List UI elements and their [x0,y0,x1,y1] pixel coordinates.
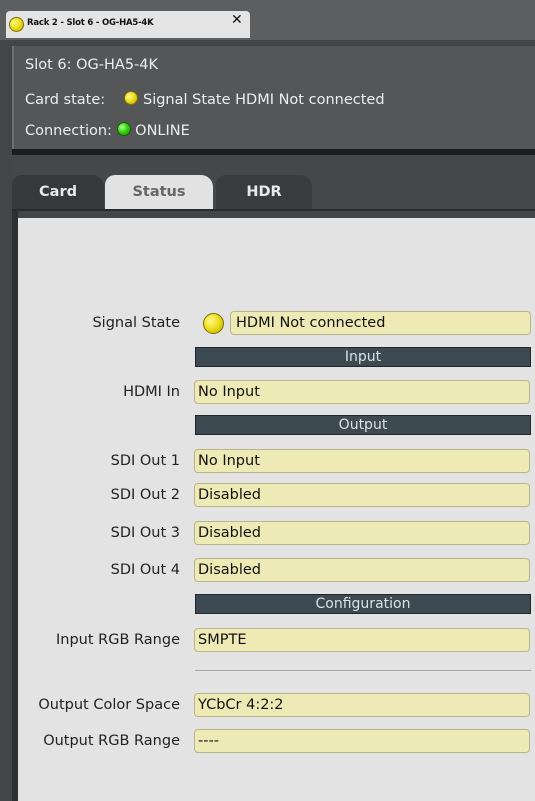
hdmi-in-label: HDMI In [123,384,180,400]
input-rgb-range-field: SMPTE [194,628,530,652]
tab-status[interactable]: Status [105,175,213,209]
divider [195,670,531,671]
output-color-space-field: YCbCr 4:2:2 [194,693,530,717]
signal-state-field: HDMI Not connected [230,311,531,335]
connection-led-icon [116,122,131,136]
tab-card[interactable]: Card [12,175,104,209]
output-rgb-range-field: ---- [194,729,530,753]
output-color-space-label: Output Color Space [38,697,180,713]
tab-status-led-icon [9,17,24,32]
signal-state-led-icon [203,313,224,334]
connection-row: Connection: ONLINE [25,122,190,139]
output-rgb-range-label: Output RGB Range [43,733,180,749]
tab-hdr[interactable]: HDR [216,175,312,209]
tab-underline [12,209,535,211]
sdi-out-1-field: No Input [194,449,530,473]
signal-state-label: Signal State [92,315,180,331]
output-section-header: Output [195,415,531,435]
card-state-row: Card state: Signal State HDMI Not connec… [25,91,385,108]
sdi-out-3-field: Disabled [194,521,530,545]
card-state-led-icon [124,91,139,105]
sdi-out-2-label: SDI Out 2 [110,487,180,503]
sdi-out-4-field: Disabled [194,558,530,582]
slot-title: Slot 6: OG-HA5-4K [25,57,159,73]
card-state-label: Card state: [25,92,106,108]
input-rgb-range-label: Input RGB Range [56,632,180,648]
configuration-section-header: Configuration [195,594,531,614]
card-state-value: Signal State HDMI Not connected [142,92,385,108]
sdi-out-2-field: Disabled [194,483,530,507]
sdi-out-4-label: SDI Out 4 [110,562,180,578]
sdi-out-1-label: SDI Out 1 [110,453,180,469]
document-tab-title[interactable]: Rack 2 - Slot 6 - OG-HA5-4K [27,18,154,28]
sdi-out-3-label: SDI Out 3 [110,525,180,541]
connection-label: Connection: [25,123,112,139]
hdmi-in-field: No Input [194,380,530,404]
input-section-header: Input [195,347,531,367]
connection-value: ONLINE [135,123,190,139]
close-icon[interactable]: ✕ [231,12,243,28]
